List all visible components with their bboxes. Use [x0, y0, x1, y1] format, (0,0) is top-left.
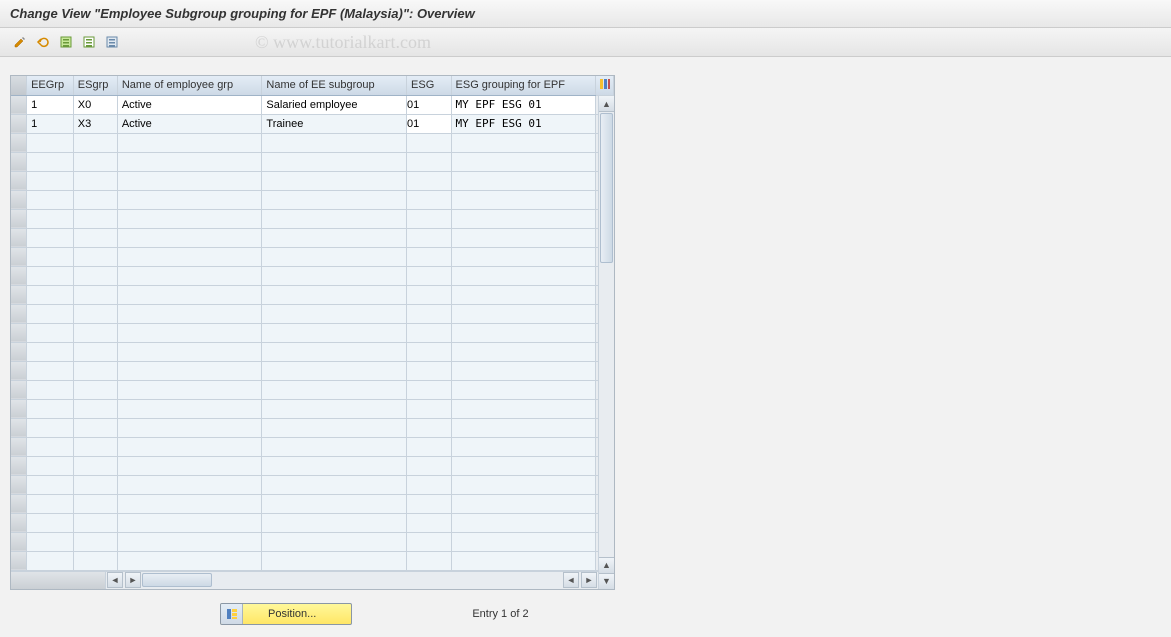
row-selector[interactable] — [11, 114, 27, 133]
table-row-empty — [11, 437, 614, 456]
row-selector[interactable] — [11, 95, 27, 114]
scroll-up-icon[interactable]: ▲ — [599, 96, 614, 112]
table-row-empty — [11, 532, 614, 551]
vertical-scrollbar: ▲ ▲ ▼ — [598, 96, 614, 589]
cell-eegrp: 1 — [27, 95, 74, 114]
table-row-empty — [11, 551, 614, 570]
select-all-icon[interactable] — [56, 32, 76, 52]
table-row-empty — [11, 266, 614, 285]
cell-esggroup: MY EPF ESG 01 — [451, 114, 596, 133]
table-row-empty — [11, 190, 614, 209]
cell-esgrp: X3 — [73, 114, 117, 133]
cell-namegrp: Active — [117, 114, 262, 133]
hscroll-track[interactable] — [142, 572, 302, 588]
scroll-left-icon[interactable]: ◄ — [107, 572, 123, 588]
table-row-empty — [11, 513, 614, 532]
table-config-button[interactable] — [596, 76, 614, 95]
vscroll-thumb[interactable] — [600, 113, 613, 263]
table-row-empty — [11, 456, 614, 475]
position-icon — [221, 604, 243, 624]
col-header-eegrp[interactable]: EEGrp — [27, 76, 74, 95]
col-header-esgrp[interactable]: ESgrp — [73, 76, 117, 95]
cell-namegrp: Active — [117, 95, 262, 114]
table-row-empty — [11, 399, 614, 418]
entry-count-text: Entry 1 of 2 — [472, 608, 528, 620]
table-row-empty — [11, 475, 614, 494]
cell-esggroup: MY EPF ESG 01 — [451, 95, 596, 114]
deselect-all-icon[interactable] — [79, 32, 99, 52]
table-row-empty — [11, 285, 614, 304]
change-display-icon[interactable] — [10, 32, 30, 52]
table-row-empty — [11, 228, 614, 247]
table-row-empty — [11, 247, 614, 266]
cell-nameee: Salaried employee — [262, 95, 407, 114]
page-title: Change View "Employee Subgroup grouping … — [0, 0, 1171, 28]
scroll-right-end-icon[interactable]: ► — [581, 572, 597, 588]
table-row-empty — [11, 380, 614, 399]
table-row-empty — [11, 171, 614, 190]
scroll-left-end-icon[interactable]: ◄ — [563, 572, 579, 588]
table-row-empty — [11, 361, 614, 380]
table-row-empty — [11, 152, 614, 171]
table-row-empty — [11, 209, 614, 228]
scroll-down-end-icon[interactable]: ▼ — [599, 573, 614, 589]
cell-esgrp: X0 — [73, 95, 117, 114]
table-row: 1 X3 Active Trainee MY EPF ESG 01 — [11, 114, 614, 133]
table-header-row: EEGrp ESgrp Name of employee grp Name of… — [11, 76, 614, 95]
horizontal-scrollbar: ◄ ► ◄ ► — [11, 571, 614, 589]
col-header-nameee[interactable]: Name of EE subgroup — [262, 76, 407, 95]
scroll-down-icon[interactable]: ▲ — [599, 557, 614, 573]
table-row-empty — [11, 418, 614, 437]
toolbar — [0, 28, 1171, 57]
data-table: EEGrp ESgrp Name of employee grp Name of… — [10, 75, 615, 590]
hscroll-thumb[interactable] — [142, 573, 212, 587]
table-row-empty — [11, 494, 614, 513]
table-row-empty — [11, 342, 614, 361]
esg-input[interactable] — [407, 118, 450, 130]
footer: Position... Entry 1 of 2 — [0, 603, 1171, 625]
col-header-namegrp[interactable]: Name of employee grp — [117, 76, 262, 95]
esg-input[interactable] — [407, 99, 450, 111]
config-icon[interactable] — [102, 32, 122, 52]
table-row-empty — [11, 304, 614, 323]
cell-eegrp: 1 — [27, 114, 74, 133]
table-row-empty — [11, 133, 614, 152]
table-row-empty — [11, 323, 614, 342]
select-all-header[interactable] — [11, 76, 27, 95]
cell-nameee: Trainee — [262, 114, 407, 133]
undo-icon[interactable] — [33, 32, 53, 52]
col-header-esggroup[interactable]: ESG grouping for EPF — [451, 76, 596, 95]
position-label: Position... — [243, 608, 351, 620]
position-button[interactable]: Position... — [220, 603, 352, 625]
scroll-right-icon[interactable]: ► — [125, 572, 141, 588]
table-row: 1 X0 Active Salaried employee MY EPF ESG… — [11, 95, 614, 114]
col-header-esg[interactable]: ESG — [407, 76, 451, 95]
